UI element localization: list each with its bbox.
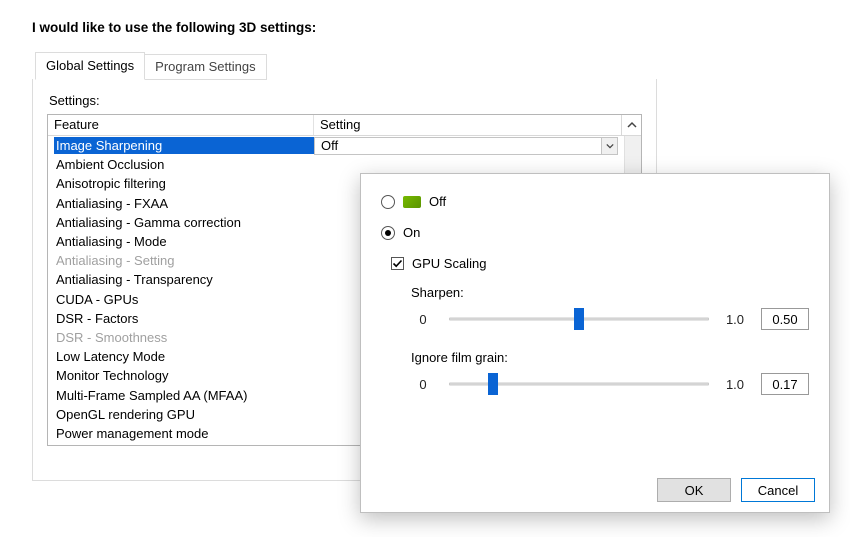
tab-program-settings[interactable]: Program Settings [145,54,266,80]
checkbox-indicator [391,257,404,270]
nvidia-badge-icon [403,196,421,208]
sharpen-slider[interactable] [449,311,709,327]
feature-name: Anisotropic filtering [54,175,314,192]
scroll-up-button[interactable] [621,115,641,135]
grain-label: Ignore film grain: [411,350,809,365]
gpu-scaling-checkbox[interactable]: GPU Scaling [391,256,809,271]
grain-slider-row: 0 1.0 0.17 [411,373,809,395]
page-root: I would like to use the following 3D set… [0,0,850,537]
settings-subtitle: Settings: [49,93,642,108]
feature-name: Antialiasing - Setting [54,252,314,269]
sharpen-thumb[interactable] [574,308,584,330]
grain-max: 1.0 [723,377,747,392]
radio-on[interactable]: On [381,225,809,240]
feature-name: Multi-Frame Sampled AA (MFAA) [54,387,314,404]
grain-slider[interactable] [449,376,709,392]
chevron-down-icon [601,138,617,154]
radio-on-label: On [403,225,420,240]
cancel-button[interactable]: Cancel [741,478,815,502]
dialog-footer: OK Cancel [361,468,829,512]
feature-name: Low Latency Mode [54,348,314,365]
sharpen-value[interactable]: 0.50 [761,308,809,330]
radio-off-label: Off [429,194,446,209]
feature-name: OpenGL rendering GPU [54,406,314,423]
check-icon [392,258,403,269]
dialog-body: Off On GPU Scaling Sharpen: 0 [361,174,829,468]
table-row[interactable]: Ambient Occlusion [48,155,624,174]
ok-button[interactable]: OK [657,478,731,502]
feature-name: Power management mode [54,425,314,442]
feature-name: Monitor Technology [54,367,314,384]
feature-name: Image Sharpening [54,137,314,154]
setting-dropdown[interactable]: Off [314,137,618,155]
grain-min: 0 [411,377,435,392]
tab-global-settings[interactable]: Global Settings [35,52,145,80]
sharpen-slider-group: Sharpen: 0 1.0 0.50 [411,285,809,330]
column-setting[interactable]: Setting [314,115,621,135]
radio-on-indicator [381,226,395,240]
setting-value: Off [321,138,338,153]
feature-name: Antialiasing - FXAA [54,195,314,212]
feature-name: Antialiasing - Mode [54,233,314,250]
feature-name: Antialiasing - Gamma correction [54,214,314,231]
feature-name: DSR - Factors [54,310,314,327]
sharpen-max: 1.0 [723,312,747,327]
grain-value[interactable]: 0.17 [761,373,809,395]
feature-name: Antialiasing - Transparency [54,271,314,288]
sharpen-min: 0 [411,312,435,327]
feature-name: Ambient Occlusion [54,156,314,173]
feature-name: CUDA - GPUs [54,291,314,308]
radio-off[interactable]: Off [381,194,809,209]
sharpening-dialog: Off On GPU Scaling Sharpen: 0 [360,173,830,513]
page-title: I would like to use the following 3D set… [32,20,832,35]
grain-thumb[interactable] [488,373,498,395]
grain-slider-group: Ignore film grain: 0 1.0 0.17 [411,350,809,395]
sharpen-label: Sharpen: [411,285,809,300]
table-header: Feature Setting [48,115,641,136]
gpu-scaling-label: GPU Scaling [412,256,486,271]
table-row[interactable]: Image Sharpening Off [48,136,624,155]
feature-value-cell: Off [314,137,618,155]
radio-off-indicator [381,195,395,209]
feature-name: DSR - Smoothness [54,329,314,346]
tabs: Global Settings Program Settings [35,54,832,80]
column-feature[interactable]: Feature [48,115,314,135]
chevron-up-icon [627,120,637,130]
sharpen-slider-row: 0 1.0 0.50 [411,308,809,330]
